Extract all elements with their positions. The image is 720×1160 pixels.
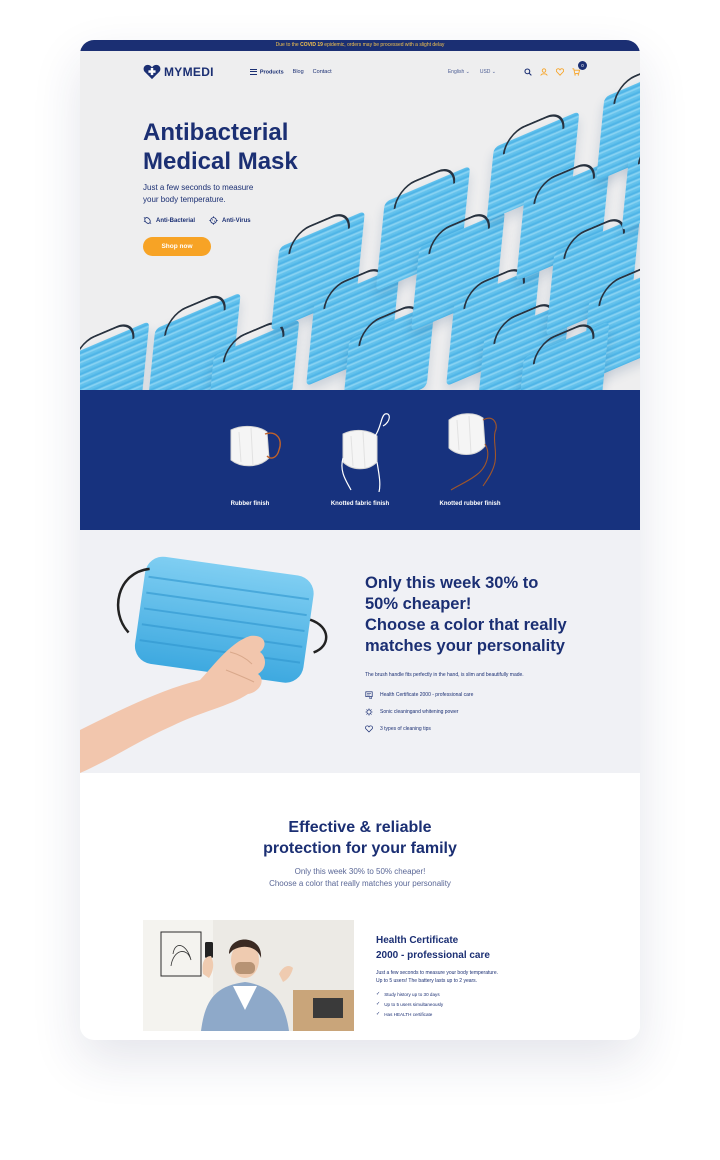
finish-knotted-fabric[interactable]: Knotted fabric finish xyxy=(315,410,405,507)
cart-button[interactable]: 0 xyxy=(572,61,587,76)
nav-icons: 0 xyxy=(524,61,587,76)
list-item: Sonic cleaningand whitening power xyxy=(365,708,615,716)
mask-rubber-image xyxy=(230,425,281,467)
certificate-features: ✓ Study history up to 30 days ✓ Up to 5 us… xyxy=(376,991,576,1017)
finishes-section: Rubber finish Knotted fabric finish Knot… xyxy=(80,390,640,530)
check-icon: ✓ xyxy=(376,1011,381,1017)
hero-section: MYMEDI Products Blog Contact English ⌄ U… xyxy=(80,51,640,390)
finish-label: Rubber finish xyxy=(230,501,270,507)
list-item: ✓ Has HEALTH certificate xyxy=(376,1011,576,1017)
list-item: Health Certificate 2000 - professional c… xyxy=(365,691,615,699)
certificate-description: Just a few seconds to measure your body … xyxy=(376,969,576,985)
list-item: ✓ Up to 5 users simultaneously xyxy=(376,1001,576,1007)
feature-anti-bacterial: Anti-Bacterial xyxy=(143,216,195,225)
search-icon[interactable] xyxy=(524,68,532,76)
protection-title: Effective & reliable protection for your… xyxy=(80,817,640,859)
certificate-description-line: Just a few seconds to measure your body … xyxy=(376,970,499,976)
protection-subtitle: Only this week 30% to 50% cheaper! Choos… xyxy=(80,866,640,890)
promo-description: The brush handle fits perfectly in the h… xyxy=(365,672,524,678)
promo-title-line: matches your personality xyxy=(365,637,565,655)
cart-icon xyxy=(572,68,580,76)
list-item-label: Health Certificate 2000 - professional c… xyxy=(380,692,474,698)
main-nav: MYMEDI Products Blog Contact English ⌄ U… xyxy=(143,61,587,80)
chevron-down-icon: ⌄ xyxy=(491,69,496,75)
list-item-label: Study history up to 30 days xyxy=(384,991,440,997)
list-item-label: Sonic cleaningand whitening power xyxy=(380,709,459,715)
hero-content: Antibacterial Medical Mask Just a few se… xyxy=(143,118,343,256)
announcement-text: Due to the xyxy=(275,42,301,48)
protection-subtitle-line: Only this week 30% to 50% cheaper! xyxy=(294,867,426,876)
list-item-label: 3 types of cleaning tips xyxy=(380,726,431,732)
logo-text: MYMEDI xyxy=(164,65,214,79)
promo-features: Health Certificate 2000 - professional c… xyxy=(365,691,615,733)
announcement-text-end: epidemic, orders may be processed with a… xyxy=(322,42,445,48)
promo-title: Only this week 30% to 50% cheaper! Choos… xyxy=(365,573,615,657)
language-select-value: English xyxy=(447,69,465,75)
menu-item-blog[interactable]: Blog xyxy=(293,69,304,75)
check-icon: ✓ xyxy=(376,1001,381,1007)
protection-title-line: Effective & reliable xyxy=(288,819,432,836)
promo-title-line: Choose a color that really xyxy=(365,616,567,634)
mask-knotted-rubber-image xyxy=(448,413,497,491)
list-item-label: Up to 5 users simultaneously xyxy=(384,1001,444,1007)
page-card: Due to the COVID 19 epidemic, orders may… xyxy=(80,40,640,1040)
list-item-label: Has HEALTH certificate xyxy=(384,1011,433,1017)
promo-section: Only this week 30% to 50% cheaper! Choos… xyxy=(80,530,640,773)
heart-outline-icon xyxy=(365,725,373,733)
hero-title-line: Medical Mask xyxy=(143,148,298,175)
check-icon: ✓ xyxy=(376,991,381,997)
announcement-bar: Due to the COVID 19 epidemic, orders may… xyxy=(80,40,640,51)
finish-label: Knotted rubber finish xyxy=(439,501,501,507)
menu-item-contact[interactable]: Contact xyxy=(313,69,332,75)
nav-menu: Products Blog Contact xyxy=(249,68,332,76)
finish-label: Knotted fabric finish xyxy=(330,501,390,507)
mask-knotted-fabric-image xyxy=(341,413,390,492)
certificate-content: Health Certificate 2000 - professional c… xyxy=(376,933,576,1021)
language-select[interactable]: English ⌄ xyxy=(448,69,470,75)
promo-title-line: 50% cheaper! xyxy=(365,595,472,613)
announcement-highlight: COVID 19 xyxy=(300,42,323,48)
currency-select-value: USD xyxy=(479,69,491,75)
certificate-title-line: 2000 - professional care xyxy=(376,950,490,961)
hero-title: Antibacterial Medical Mask xyxy=(143,118,343,176)
hand-holding-masks-image xyxy=(80,556,328,773)
finish-knotted-rubber[interactable]: Knotted rubber finish xyxy=(425,410,515,507)
list-item: ✓ Study history up to 30 days xyxy=(376,991,576,997)
protection-subtitle-line: Choose a color that really matches your … xyxy=(269,879,451,888)
bacteria-icon xyxy=(143,217,152,224)
menu-icon xyxy=(249,68,257,75)
hero-title-line: Antibacterial xyxy=(143,119,289,146)
promo-title-line: Only this week 30% to xyxy=(365,574,539,592)
feature-label: Anti-Bacterial xyxy=(156,217,196,224)
cart-count-badge: 0 xyxy=(578,61,587,70)
certificate-icon xyxy=(365,691,373,699)
heart-icon[interactable] xyxy=(556,68,564,76)
certificate-description-line: Up to 5 users! The battery lasts up to 2… xyxy=(376,978,478,984)
photo-illustration xyxy=(143,920,354,1031)
menu-item-products[interactable]: Products xyxy=(249,68,284,76)
logo[interactable]: MYMEDI xyxy=(143,64,214,80)
locale-selectors: English ⌄ USD ⌄ xyxy=(448,69,496,75)
feature-label: Anti-Virus xyxy=(222,217,251,224)
protection-title-line: protection for your family xyxy=(263,840,457,857)
list-item: 3 types of cleaning tips xyxy=(365,725,615,733)
finish-rubber[interactable]: Rubber finish xyxy=(205,410,295,507)
heart-cross-icon xyxy=(143,64,161,80)
certificate-title: Health Certificate 2000 - professional c… xyxy=(376,933,576,963)
shop-now-button[interactable]: Shop now xyxy=(143,237,211,256)
woman-with-phone-photo xyxy=(143,920,354,1031)
hero-features: Anti-Bacterial Anti-Virus xyxy=(143,216,343,225)
sparkle-icon xyxy=(365,708,373,716)
certificate-title-line: Health Certificate xyxy=(376,935,459,946)
virus-icon xyxy=(209,216,218,225)
chevron-down-icon: ⌄ xyxy=(465,69,470,75)
feature-anti-virus: Anti-Virus xyxy=(209,216,251,225)
protection-section: Effective & reliable protection for your… xyxy=(80,773,640,1031)
promo-content: Only this week 30% to 50% cheaper! Choos… xyxy=(365,573,615,742)
hero-subtitle: Just a few seconds to measure your body … xyxy=(143,183,254,204)
currency-select[interactable]: USD ⌄ xyxy=(480,69,496,75)
menu-item-products-label: Products xyxy=(259,69,284,76)
user-icon[interactable] xyxy=(540,68,548,76)
